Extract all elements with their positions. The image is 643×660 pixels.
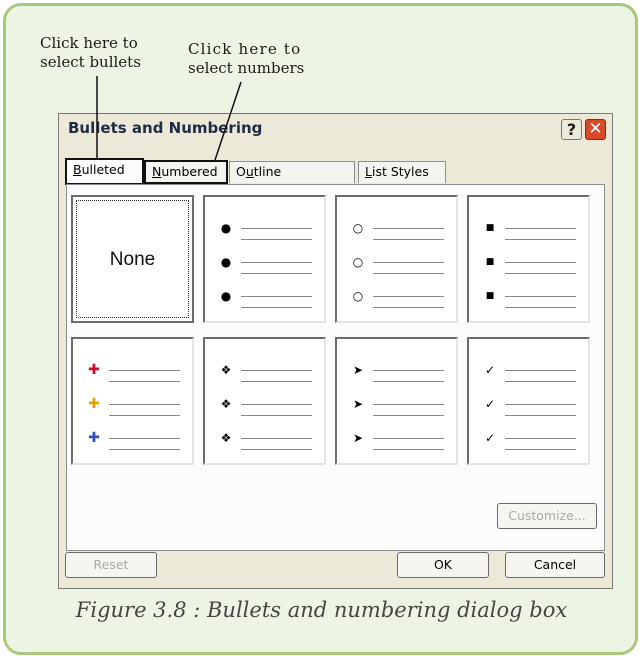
filled-dot-bullet-icon: ● — [220, 255, 232, 269]
dialog-title: Bullets and Numbering — [68, 119, 263, 137]
style-colorful-cross-cell[interactable]: ✚ ✚ ✚ — [71, 337, 194, 465]
colorful-cross-bullet-icon: ✚ — [88, 396, 100, 412]
four-diamond-bullet-icon: ❖ — [220, 363, 232, 377]
bullets-and-numbering-dialog: Bullets and Numbering ? ✕ Bulleted Numbe… — [58, 113, 613, 589]
style-filled-square-cell[interactable]: ■ ■ ■ — [467, 195, 590, 323]
filled-square-bullet-icon: ■ — [485, 291, 495, 301]
tab-outline-numbered[interactable]: Outline Numbered — [229, 161, 355, 199]
bullets-annotation: Click here to select bullets — [40, 34, 141, 72]
four-diamond-bullet-icon: ❖ — [220, 397, 232, 411]
hollow-circle-bullet-icon: ○ — [352, 289, 364, 303]
bullets-annotation-line2: select bullets — [40, 53, 141, 71]
tab-bulleted[interactable]: Bulleted — [65, 158, 144, 185]
hollow-circle-bullet-icon: ○ — [352, 255, 364, 269]
bullet-styles-panel: None ● ● ● ○ ○ ○ ■ ■ ■ ✚ ✚ ✚ ❖ ❖ ❖ ➤ ➤ ➤… — [66, 184, 605, 551]
style-none-cell[interactable]: None — [71, 195, 194, 323]
arrowhead-bullet-icon: ➤ — [352, 363, 364, 377]
cancel-button[interactable]: Cancel — [505, 552, 605, 578]
colorful-cross-bullet-icon: ✚ — [88, 362, 100, 378]
filled-dot-bullet-icon: ● — [220, 221, 232, 235]
tab-list-styles[interactable]: List Styles — [358, 161, 446, 183]
help-button[interactable]: ? — [561, 119, 582, 140]
close-button[interactable]: ✕ — [585, 119, 606, 140]
arrowhead-bullet-icon: ➤ — [352, 431, 364, 445]
checkmark-bullet-icon: ✓ — [484, 363, 496, 377]
checkmark-bullet-icon: ✓ — [484, 431, 496, 445]
filled-dot-bullet-icon: ● — [220, 289, 232, 303]
style-checkmark-cell[interactable]: ✓ ✓ ✓ — [467, 337, 590, 465]
numbers-annotation: Click here to select numbers — [188, 40, 304, 78]
checkmark-bullet-icon: ✓ — [484, 397, 496, 411]
numbers-annotation-line2: select numbers — [188, 59, 305, 77]
tab-numbered[interactable]: Numbered — [144, 160, 228, 184]
ok-button[interactable]: OK — [397, 552, 489, 578]
numbers-annotation-line1: Click here to — [188, 40, 302, 58]
dialog-titlebar: Bullets and Numbering ? ✕ — [59, 114, 612, 144]
bullets-annotation-line1: Click here to — [40, 34, 138, 52]
filled-square-bullet-icon: ■ — [485, 223, 495, 233]
none-label: None — [109, 249, 156, 270]
filled-square-bullet-icon: ■ — [485, 257, 495, 267]
colorful-cross-bullet-icon: ✚ — [88, 430, 100, 446]
figure-caption: Figure 3.8 : Bullets and numbering dialo… — [75, 598, 568, 622]
style-arrowhead-cell[interactable]: ➤ ➤ ➤ — [335, 337, 458, 465]
style-four-diamond-cell[interactable]: ❖ ❖ ❖ — [203, 337, 326, 465]
reset-button[interactable]: Reset — [65, 552, 157, 578]
customize-button[interactable]: Customize... — [497, 503, 597, 529]
style-hollow-circle-cell[interactable]: ○ ○ ○ — [335, 195, 458, 323]
hollow-circle-bullet-icon: ○ — [352, 221, 364, 235]
style-filled-dot-cell[interactable]: ● ● ● — [203, 195, 326, 323]
four-diamond-bullet-icon: ❖ — [220, 431, 232, 445]
arrowhead-bullet-icon: ➤ — [352, 397, 364, 411]
